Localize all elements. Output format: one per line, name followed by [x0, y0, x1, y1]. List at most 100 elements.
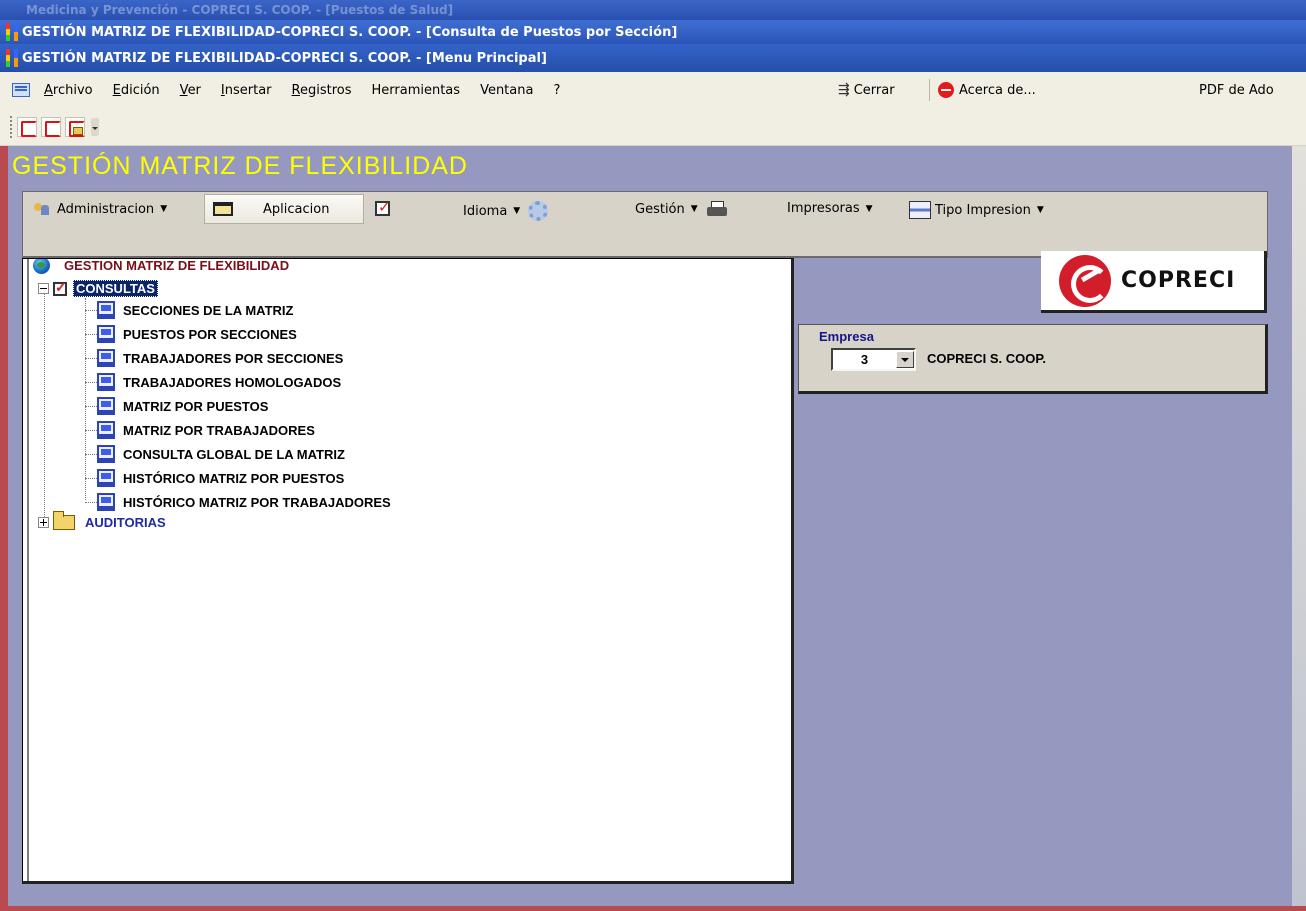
gestion-label: Gestión [635, 201, 685, 217]
tree-connector [85, 406, 97, 407]
app-icon[interactable] [6, 49, 18, 67]
tree-item-label: MATRIZ POR TRABAJADORES [123, 422, 315, 438]
tree-connector [85, 358, 97, 359]
menu-ver[interactable]: Ver [180, 83, 201, 98]
menu-tree[interactable]: GESTION MATRIZ DE FLEXIBILIDAD CONSULTAS… [22, 258, 794, 884]
form-icon [97, 301, 115, 319]
form-icon[interactable] [12, 83, 30, 97]
tree-item-puestos[interactable]: PUESTOS POR SECCIONES [97, 325, 297, 343]
tree-root-node[interactable]: GESTION MATRIZ DE FLEXIBILIDAD [33, 258, 290, 274]
impresoras-label: Impresoras [787, 201, 860, 216]
chevron-down-icon[interactable] [896, 351, 914, 368]
close-button[interactable]: ⇶ Cerrar [838, 82, 895, 98]
tree-item-consulta-global[interactable]: CONSULTA GLOBAL DE LA MATRIZ [97, 445, 345, 463]
pdf-mail-icon[interactable] [65, 116, 85, 137]
empresa-label: Empresa [819, 329, 874, 344]
tree-connector [85, 298, 86, 500]
tree-item-label: SECCIONES DE LA MATRIZ [123, 302, 294, 318]
form-icon [97, 325, 115, 343]
chevron-down-icon: ▼ [690, 204, 698, 214]
empresa-select[interactable]: 3 [831, 348, 916, 371]
impresoras-menu[interactable]: Impresoras ▼ [787, 201, 873, 216]
globe-icon [33, 259, 50, 274]
form-icon [97, 349, 115, 367]
stop-icon [938, 82, 954, 98]
tree-border [27, 259, 29, 881]
aplicacion-button[interactable]: Aplicacion [204, 194, 364, 224]
menu-bar: Archivo Edición Ver Insertar Registros H… [0, 72, 1306, 108]
chevron-down-icon: ▼ [513, 206, 521, 216]
tree-item-trabajadores-secciones[interactable]: TRABAJADORES POR SECCIONES [97, 349, 343, 367]
tree-item-label: HISTÓRICO MATRIZ POR PUESTOS [123, 470, 345, 486]
tree-connector [85, 382, 97, 383]
form-icon [97, 493, 115, 511]
tree-item-matriz-puestos[interactable]: MATRIZ POR PUESTOS [97, 397, 268, 415]
folder-open-icon [53, 511, 75, 530]
form-icon [97, 445, 115, 463]
tree-item-matriz-trabajadores[interactable]: MATRIZ POR TRABAJADORES [97, 421, 315, 439]
expand-icon[interactable] [38, 517, 49, 528]
collapse-icon[interactable] [38, 283, 49, 294]
menu-edicion[interactable]: Edición [113, 83, 160, 98]
app-title: GESTIÓN MATRIZ DE FLEXIBILIDAD [12, 152, 468, 180]
form-icon [97, 469, 115, 487]
menu-herramientas[interactable]: Herramientas [372, 83, 461, 98]
tipo-impresion-label: Tipo Impresion [935, 202, 1031, 218]
command-bar: Administracion ▼ Aplicacion Idioma ▼ Ges… [22, 191, 1268, 258]
logo-text: COPRECI [1121, 268, 1236, 293]
menu-insertar[interactable]: Insertar [221, 83, 272, 98]
tree-node-consultas[interactable]: CONSULTAS [38, 279, 158, 297]
gestion-menu[interactable]: Gestión ▼ [635, 201, 728, 217]
pdf-icon[interactable] [41, 116, 61, 137]
tree-root-label: GESTION MATRIZ DE FLEXIBILIDAD [64, 258, 290, 273]
administracion-label: Administracion [57, 201, 155, 217]
tree-connector [85, 334, 97, 335]
administracion-menu[interactable]: Administracion ▼ [33, 201, 167, 217]
chevron-down-icon: ▼ [1036, 205, 1044, 215]
tree-item-historico-trabajadores[interactable]: HISTÓRICO MATRIZ POR TRABAJADORES [97, 493, 391, 511]
window-edge [1292, 146, 1306, 906]
menu-ventana[interactable]: Ventana [480, 83, 533, 98]
about-button[interactable]: Acerca de... [938, 82, 1036, 98]
tipo-impresion-menu[interactable]: Tipo Impresion ▼ [909, 201, 1044, 219]
pdf-icon[interactable] [17, 116, 37, 137]
tree-node-consultas-label: CONSULTAS [73, 280, 158, 297]
app-icon[interactable] [6, 23, 18, 41]
toolbar-options-icon[interactable] [91, 117, 99, 136]
tree-item-trabajadores-homologados[interactable]: TRABAJADORES HOMOLOGADOS [97, 373, 341, 391]
main-window-titlebar[interactable]: GESTIÓN MATRIZ DE FLEXIBILIDAD-COPRECI S… [0, 44, 1306, 72]
tree-item-historico-puestos[interactable]: HISTÓRICO MATRIZ POR PUESTOS [97, 469, 344, 487]
running-man-icon: ⇶ [838, 82, 850, 98]
copreci-logo-icon [1059, 254, 1111, 307]
checkbox-icon [53, 279, 67, 296]
aplicacion-check[interactable] [367, 198, 391, 216]
tree-node-auditorias[interactable]: AUDITORIAS [38, 511, 166, 530]
child-window-titlebar[interactable]: GESTIÓN MATRIZ DE FLEXIBILIDAD-COPRECI S… [0, 20, 1306, 44]
tree-connector [85, 310, 97, 311]
mdi-client-area: GESTIÓN MATRIZ DE FLEXIBILIDAD Administr… [8, 146, 1292, 906]
application-icon [213, 202, 233, 216]
form-icon [97, 397, 115, 415]
users-icon [33, 201, 51, 217]
checkbox-icon [375, 198, 391, 216]
idioma-label: Idioma [463, 203, 508, 219]
toolbar-grip[interactable] [10, 115, 13, 138]
tree-item-secciones[interactable]: SECCIONES DE LA MATRIZ [97, 301, 293, 319]
tree-item-label: HISTÓRICO MATRIZ POR TRABAJADORES [123, 494, 391, 510]
menu-archivo[interactable]: Archivo [44, 83, 93, 98]
tree-connector [85, 430, 97, 431]
close-label: Cerrar [853, 82, 895, 98]
tree-connector [85, 454, 97, 455]
menu-help[interactable]: ? [553, 83, 560, 98]
empresa-name: COPRECI S. COOP. [927, 351, 1046, 366]
aplicacion-label: Aplicacion [263, 201, 330, 217]
idioma-menu[interactable]: Idioma ▼ [463, 201, 549, 221]
print-preview-icon [909, 201, 931, 219]
menu-pdf[interactable]: PDF de Ado [1199, 83, 1274, 98]
tree-item-label: TRABAJADORES POR SECCIONES [123, 350, 344, 366]
tree-item-label: TRABAJADORES HOMOLOGADOS [123, 374, 342, 390]
chevron-down-icon: ▼ [160, 204, 168, 214]
chevron-down-icon: ▼ [865, 203, 873, 214]
background-window-title: Medicina y Prevención - COPRECI S. COOP.… [26, 3, 454, 17]
menu-registros[interactable]: Registros [292, 83, 352, 98]
